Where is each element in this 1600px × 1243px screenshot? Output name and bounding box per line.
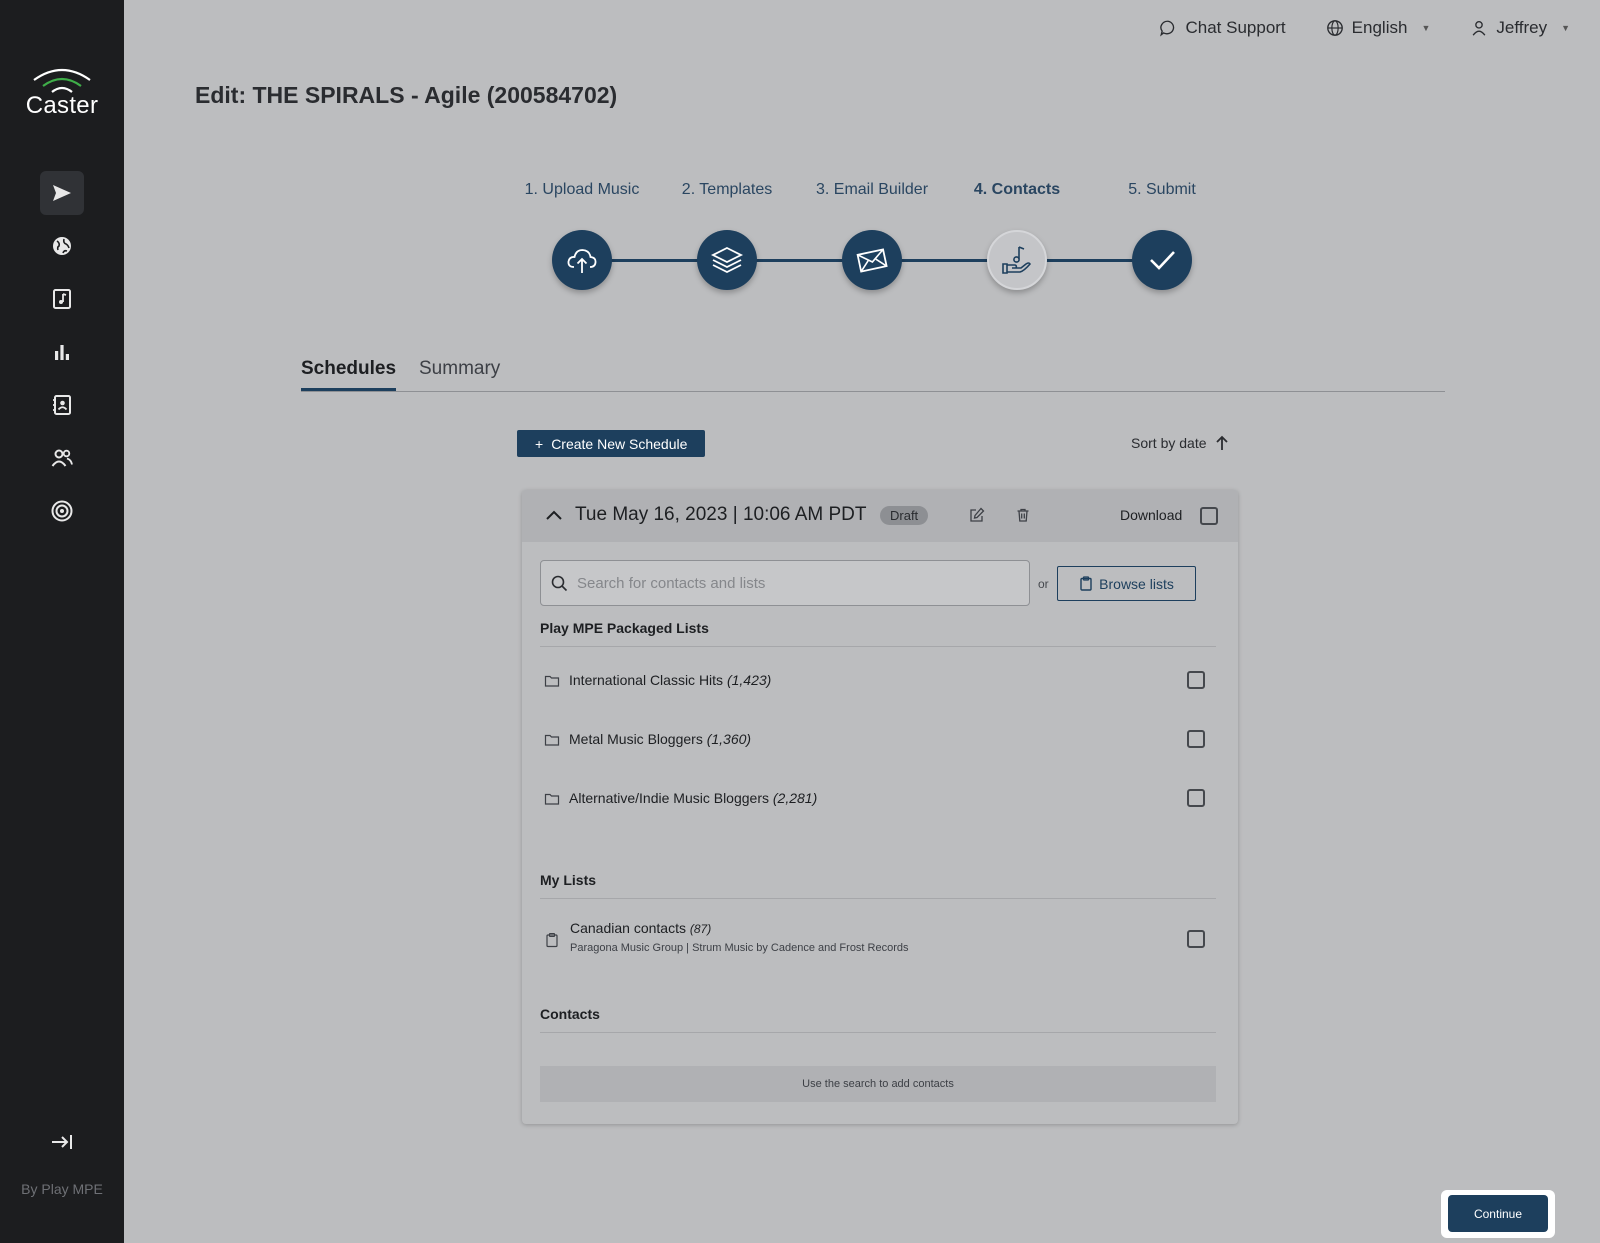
list-item[interactable]: Canadian contacts (87) Paragona Music Gr…	[540, 918, 1216, 962]
step-label-email-builder[interactable]: 3. Email Builder	[816, 181, 928, 199]
tab-schedules[interactable]: Schedules	[301, 358, 397, 391]
schedule-header: Tue May 16, 2023 | 10:06 AM PDT Draft Do…	[522, 490, 1238, 542]
list-name: International Classic Hits (1,423)	[569, 672, 772, 688]
sidebar: Caster By Play MPE	[0, 0, 124, 1243]
step-templates[interactable]	[697, 230, 757, 290]
schedule-date: Tue May 16, 2023 | 10:06 AM PDT	[575, 504, 867, 525]
step-email-builder[interactable]	[842, 230, 902, 290]
cloud-upload-icon	[567, 249, 597, 273]
user-icon	[1472, 21, 1486, 36]
continue-highlight: Continue	[1441, 1190, 1555, 1238]
chat-support-label: Chat Support	[1185, 18, 1286, 37]
arrow-up-icon	[1215, 435, 1228, 450]
download-checkbox[interactable]	[1200, 507, 1218, 525]
tab-summary[interactable]: Summary	[419, 358, 500, 388]
send-icon[interactable]	[40, 171, 84, 215]
folder-icon	[544, 675, 560, 687]
clipboard-icon	[546, 932, 558, 948]
download-label: Download	[1120, 507, 1183, 523]
list-checkbox[interactable]	[1187, 930, 1205, 948]
divider	[540, 898, 1216, 899]
trash-icon[interactable]	[1015, 507, 1031, 523]
sort-by-date-button[interactable]: Sort by date	[1131, 435, 1229, 451]
user-name: Jeffrey	[1496, 18, 1548, 37]
step-upload[interactable]	[552, 230, 612, 290]
browse-lists-button[interactable]: Browse lists	[1057, 566, 1196, 601]
continue-button[interactable]: Continue	[1448, 1195, 1548, 1232]
list-checkbox[interactable]	[1187, 730, 1205, 748]
divider	[540, 646, 1216, 647]
step-label-submit[interactable]: 5. Submit	[1128, 181, 1196, 199]
step-submit[interactable]	[1132, 230, 1192, 290]
envelope-icon	[856, 248, 888, 273]
footer-brand: By Play MPE	[21, 1181, 103, 1197]
checkmark-icon	[1150, 251, 1175, 270]
clipboard-icon	[1080, 576, 1092, 591]
divider	[540, 1032, 1216, 1033]
bar-chart-icon[interactable]	[40, 330, 84, 374]
target-icon[interactable]	[40, 489, 84, 533]
step-contacts[interactable]	[987, 230, 1047, 290]
my-lists-title: My Lists	[540, 872, 597, 888]
list-item[interactable]: Alternative/Indie Music Bloggers (2,281)	[540, 784, 1216, 814]
search-input[interactable]	[577, 561, 1017, 605]
list-checkbox[interactable]	[1187, 789, 1205, 807]
chevron-up-icon[interactable]	[544, 506, 564, 526]
hand-music-note-icon	[1002, 246, 1031, 274]
tab-bar: Schedules Summary	[301, 358, 1445, 392]
caret-down-icon: ▼	[1561, 23, 1570, 33]
packaged-lists-title: Play MPE Packaged Lists	[540, 620, 709, 636]
collapse-sidebar-icon[interactable]	[40, 1120, 84, 1164]
folder-icon	[544, 793, 560, 805]
list-name: Alternative/Indie Music Bloggers (2,281)	[569, 790, 818, 806]
list-subtitle: Paragona Music Group | Strum Music by Ca…	[570, 942, 909, 954]
list-item[interactable]: International Classic Hits (1,423)	[540, 666, 1216, 696]
language-label: English	[1351, 18, 1408, 37]
list-name: Canadian contacts (87)	[570, 920, 712, 936]
step-label-templates[interactable]: 2. Templates	[682, 181, 772, 199]
caret-down-icon: ▼	[1421, 23, 1431, 33]
caster-logo[interactable]: Caster	[0, 66, 124, 120]
layers-icon	[710, 246, 744, 274]
page-title: Edit: THE SPIRALS - Agile (200584702)	[195, 82, 618, 108]
sort-label: Sort by date	[1131, 435, 1207, 451]
folder-icon	[544, 734, 560, 746]
language-select[interactable]: English ▼	[1326, 18, 1431, 38]
create-new-schedule-label: Create New Schedule	[551, 435, 688, 452]
schedule-card: Tue May 16, 2023 | 10:06 AM PDT Draft Do…	[522, 490, 1238, 1124]
logo-text: Caster	[25, 92, 99, 119]
plus-icon: +	[535, 435, 544, 452]
step-label-contacts[interactable]: 4. Contacts	[974, 181, 1060, 199]
list-checkbox[interactable]	[1187, 671, 1205, 689]
globe-icon[interactable]	[40, 224, 84, 268]
globe-outline-icon	[1326, 20, 1343, 36]
edit-icon[interactable]	[969, 507, 985, 523]
search-icon	[551, 575, 568, 592]
status-badge: Draft	[880, 506, 929, 525]
browse-lists-label: Browse lists	[1099, 575, 1174, 592]
users-icon[interactable]	[40, 436, 84, 480]
user-menu[interactable]: Jeffrey ▼	[1470, 18, 1570, 38]
chat-support-link[interactable]: Chat Support	[1159, 18, 1286, 38]
footer-bar	[124, 1184, 1600, 1243]
list-item[interactable]: Metal Music Bloggers (1,360)	[540, 725, 1216, 755]
or-label: or	[1038, 577, 1049, 591]
chat-bubble-icon	[1160, 20, 1175, 37]
address-book-icon[interactable]	[40, 383, 84, 427]
music-file-icon[interactable]	[40, 277, 84, 321]
contacts-empty-state: Use the search to add contacts	[540, 1066, 1216, 1102]
topbar: Chat Support English ▼ Jeffrey ▼	[1159, 18, 1570, 38]
step-label-upload[interactable]: 1. Upload Music	[525, 181, 640, 199]
list-name: Metal Music Bloggers (1,360)	[569, 731, 752, 747]
search-box	[540, 560, 1030, 606]
contacts-title: Contacts	[540, 1006, 600, 1022]
create-new-schedule-button[interactable]: + Create New Schedule	[517, 430, 706, 457]
